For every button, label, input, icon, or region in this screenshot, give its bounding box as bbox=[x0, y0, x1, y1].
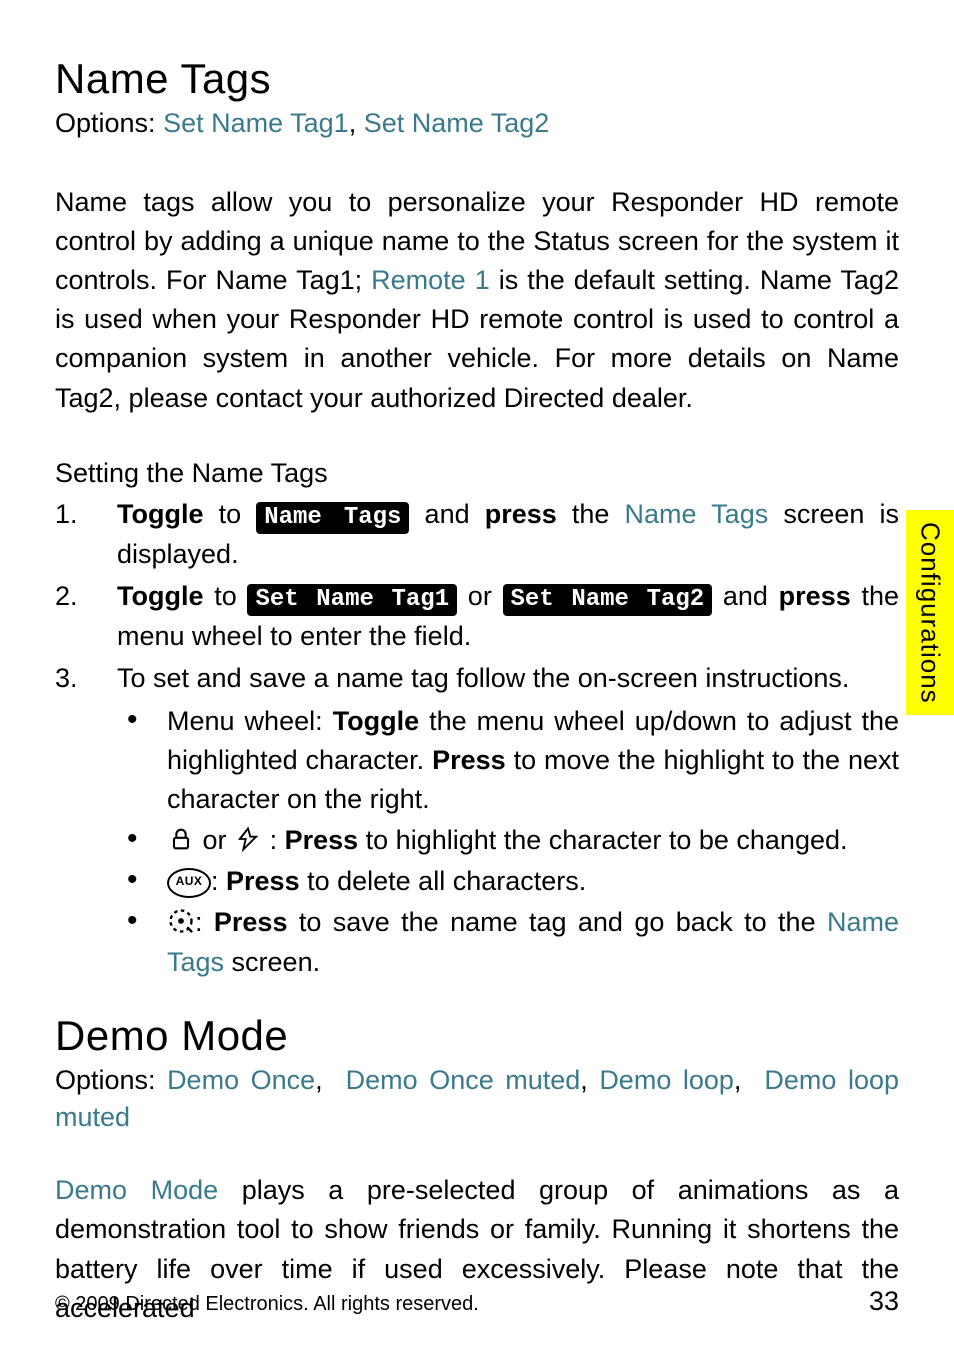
options-prefix: Options: bbox=[55, 108, 163, 138]
text: and bbox=[409, 499, 484, 529]
text-bold: Press bbox=[432, 745, 506, 775]
text-bold: Press bbox=[226, 866, 300, 896]
text: Menu wheel: bbox=[167, 706, 333, 736]
heading-demo-mode: Demo Mode bbox=[55, 1012, 899, 1060]
text: to bbox=[203, 581, 247, 611]
option-demo-loop: Demo loop bbox=[599, 1065, 734, 1095]
step-1: Toggle to Name Tags and press the Name T… bbox=[55, 495, 899, 575]
demo-mode-options: Options: Demo Once, Demo Once muted, Dem… bbox=[55, 1062, 899, 1138]
bullet-menu-wheel: Menu wheel: Toggle the menu wheel up/dow… bbox=[117, 702, 899, 819]
text: to highlight the character to be changed… bbox=[358, 825, 847, 855]
text: the bbox=[557, 499, 625, 529]
text: : bbox=[211, 866, 226, 896]
text: or bbox=[457, 581, 502, 611]
name-tags-options: Options: Set Name Tag1, Set Name Tag2 bbox=[55, 105, 899, 143]
section-tab-label: Configurations bbox=[915, 522, 946, 704]
bullet-function: : Press to save the name tag and go back… bbox=[117, 903, 899, 981]
aux-button-icon: AUX bbox=[167, 868, 211, 898]
name-tags-description: Name tags allow you to personalize your … bbox=[55, 183, 899, 418]
step-2: Toggle to Set Name Tag1 or Set Name Tag2… bbox=[55, 577, 899, 657]
chip-set-name-tag1: Set Name Tag1 bbox=[247, 584, 457, 616]
text-bold: Toggle bbox=[333, 706, 419, 736]
function-icon bbox=[167, 907, 195, 935]
text-bold: Press bbox=[214, 907, 288, 937]
text: screen. bbox=[224, 947, 320, 977]
document-page: Configurations Name Tags Options: Set Na… bbox=[0, 0, 954, 1359]
option-set-name-tag1: Set Name Tag1 bbox=[163, 108, 349, 138]
text: to delete all characters. bbox=[300, 866, 587, 896]
text-bold: Toggle bbox=[117, 499, 203, 529]
text: to save the name tag and go back to the bbox=[287, 907, 827, 937]
chip-name-tags: Name Tags bbox=[256, 502, 409, 534]
copyright-text: © 2009 Directed Electronics. All rights … bbox=[55, 1293, 479, 1316]
link-remote-1: Remote 1 bbox=[371, 265, 490, 295]
option-demo-once: Demo Once bbox=[167, 1065, 315, 1095]
page-number: 33 bbox=[869, 1286, 899, 1317]
option-demo-once-muted: Demo Once muted bbox=[346, 1065, 581, 1095]
text-bold: press bbox=[779, 581, 851, 611]
lock-icon bbox=[167, 825, 195, 853]
text-bold: Toggle bbox=[117, 581, 203, 611]
link-name-tags: Name Tags bbox=[625, 499, 769, 529]
bullet-lock-unlock: or : Press to highlight the character to… bbox=[117, 821, 899, 860]
page-footer: © 2009 Directed Electronics. All rights … bbox=[55, 1286, 899, 1317]
text: to bbox=[203, 499, 256, 529]
options-prefix: Options: bbox=[55, 1065, 167, 1095]
text-bold: Press bbox=[285, 825, 359, 855]
subheading-setting-name-tags: Setting the Name Tags bbox=[55, 458, 899, 489]
text: : bbox=[270, 825, 285, 855]
bullet-aux: AUX: Press to delete all characters. bbox=[117, 862, 899, 901]
steps-list: Toggle to Name Tags and press the Name T… bbox=[55, 495, 899, 982]
step-3: To set and save a name tag follow the on… bbox=[55, 659, 899, 982]
text: and bbox=[712, 581, 778, 611]
text-or: or bbox=[203, 825, 227, 855]
section-tab-configurations: Configurations bbox=[906, 510, 954, 715]
step-3-sublist: Menu wheel: Toggle the menu wheel up/dow… bbox=[117, 702, 899, 982]
heading-name-tags: Name Tags bbox=[55, 55, 899, 103]
link-demo-mode: Demo Mode bbox=[55, 1175, 218, 1205]
text: : bbox=[195, 907, 214, 937]
option-set-name-tag2: Set Name Tag2 bbox=[364, 108, 550, 138]
text-bold: press bbox=[485, 499, 557, 529]
unlock-icon bbox=[234, 825, 262, 853]
chip-set-name-tag2: Set Name Tag2 bbox=[503, 584, 713, 616]
text: To set and save a name tag follow the on… bbox=[117, 663, 849, 693]
